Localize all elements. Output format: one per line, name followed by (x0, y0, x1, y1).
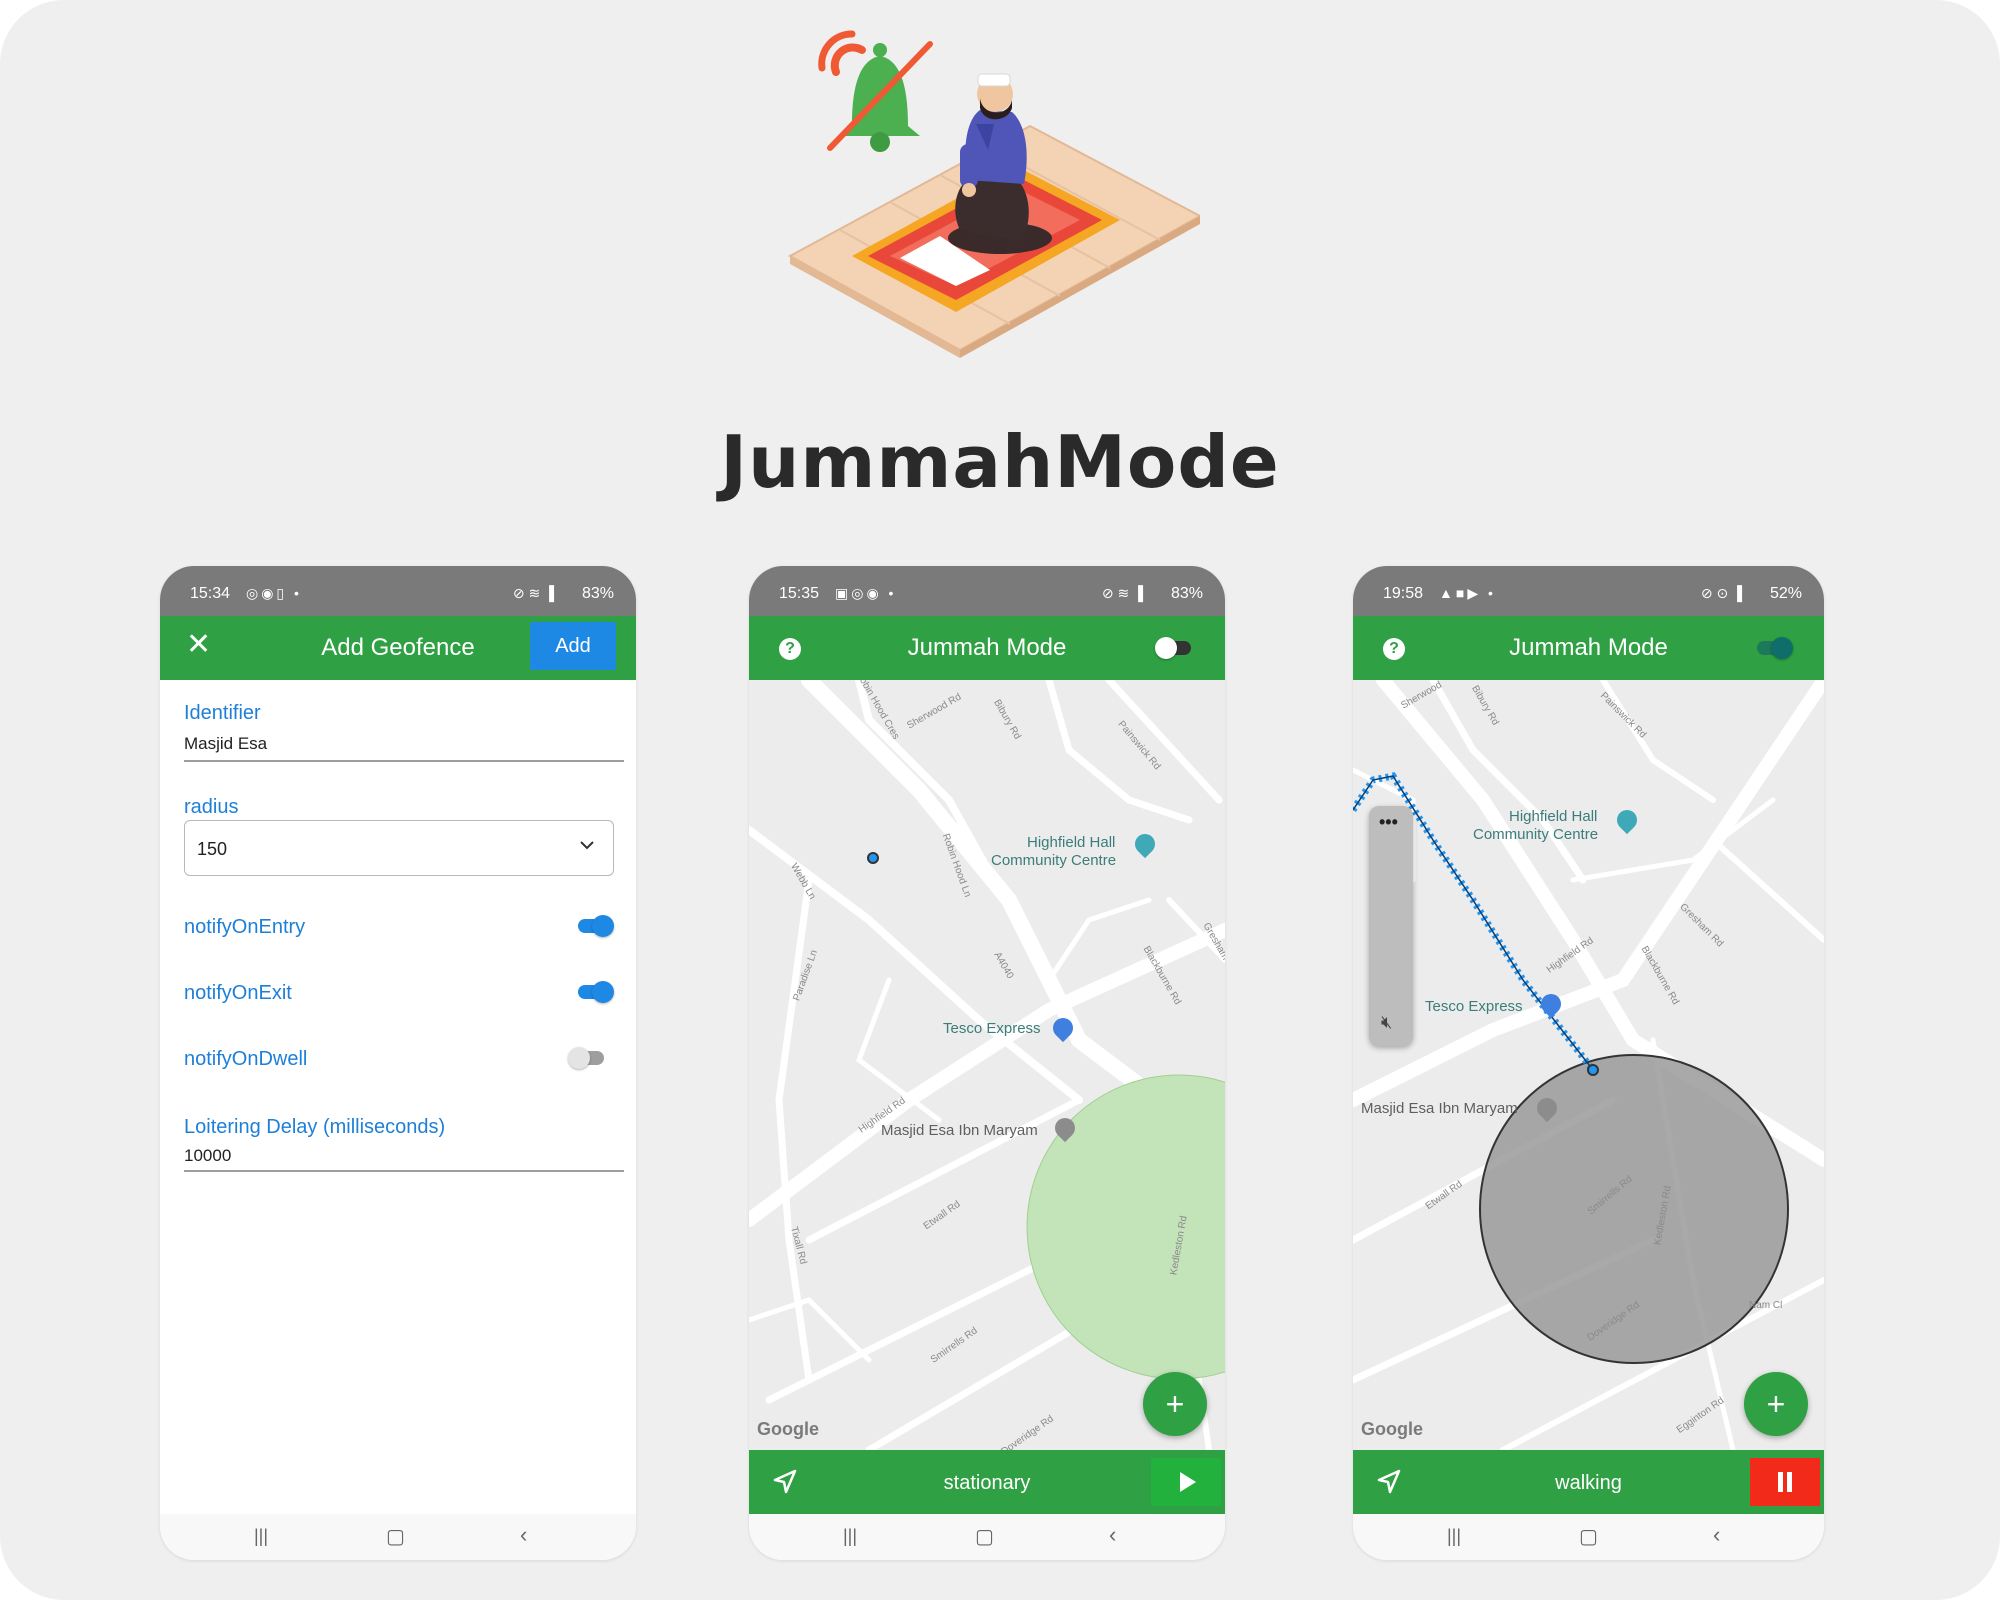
jummah-mode-toggle[interactable] (1755, 636, 1793, 659)
map-view[interactable]: Highfield Hall Community Centre Tesco Ex… (749, 680, 1225, 1450)
identifier-underline (184, 760, 624, 762)
notify-entry-label: notifyOnEntry (184, 916, 306, 938)
status-time: 19:58 (1383, 585, 1424, 602)
system-nav-bar: ||| ▢ ‹ (1353, 1514, 1824, 1560)
jummah-mode-toggle[interactable] (1155, 636, 1193, 659)
tracking-bar: stationary (749, 1450, 1225, 1514)
place-label: Community Centre (991, 852, 1117, 869)
app-bar: ? Jummah Mode (1353, 616, 1824, 680)
system-nav-bar: ||| ▢ ‹ (160, 1514, 636, 1560)
loitering-label: Loitering Delay (milliseconds) (184, 1116, 446, 1138)
signal-icons: ⊘ ≋ ▐ (1101, 585, 1143, 601)
chevron-down-icon (580, 841, 594, 850)
home-icon[interactable]: ▢ (1579, 1524, 1598, 1549)
home-icon[interactable]: ▢ (386, 1524, 405, 1549)
notification-icons: ▲■▶ • (1439, 585, 1496, 601)
start-tracking-button[interactable] (1151, 1458, 1221, 1506)
screen-title: Jummah Mode (907, 634, 1067, 661)
notification-icons: ◎◉▯ • (246, 585, 302, 601)
notify-exit-toggle[interactable] (576, 980, 614, 1003)
status-bar: 19:58 ▲■▶ • ⊘ ⊙ ▐ 52% (1353, 566, 1824, 616)
back-icon[interactable]: ‹ (1109, 1522, 1116, 1548)
google-logo: Google (757, 1419, 819, 1439)
road-label: Nam Cl (1749, 1300, 1783, 1311)
canvas: JummahMode 15:34 ◎◉▯ • ⊘ ≋ ▐ 83% ✕ Add G… (0, 0, 2000, 1600)
map-view[interactable]: Highfield Hall Community Centre Tesco Ex… (1353, 680, 1824, 1450)
play-icon (1180, 1472, 1196, 1492)
add-button[interactable]: Add (530, 622, 616, 670)
recents-icon[interactable]: ||| (254, 1526, 268, 1547)
place-label: Highfield Hall (1027, 834, 1116, 851)
notify-dwell-toggle[interactable] (568, 1046, 606, 1069)
tracking-bar: walking (1353, 1450, 1824, 1514)
place-label: Tesco Express (943, 1020, 1041, 1037)
system-nav-bar: ||| ▢ ‹ (749, 1514, 1225, 1560)
back-icon[interactable]: ‹ (1713, 1522, 1720, 1548)
place-label: Tesco Express (1425, 998, 1523, 1015)
loitering-input[interactable]: 10000 (184, 1146, 231, 1166)
place-label: Highfield Hall (1509, 808, 1598, 825)
screen-title: Jummah Mode (1509, 634, 1668, 661)
recents-icon[interactable]: ||| (843, 1526, 857, 1547)
loitering-underline (184, 1170, 624, 1172)
battery-level: 83% (1170, 585, 1203, 602)
prayer-illustration (787, 30, 1200, 358)
back-icon[interactable]: ‹ (520, 1522, 527, 1548)
notify-dwell-label: notifyOnDwell (184, 1048, 308, 1070)
stop-tracking-button[interactable] (1750, 1458, 1820, 1506)
battery-level: 52% (1769, 585, 1802, 602)
muted-bell-icon (818, 30, 933, 152)
battery-level: 83% (581, 585, 614, 602)
add-geofence-button[interactable]: + (1744, 1372, 1808, 1436)
place-label: Masjid Esa Ibn Maryam (881, 1122, 1038, 1139)
current-location-marker (867, 852, 879, 864)
home-icon[interactable]: ▢ (975, 1524, 994, 1549)
status-bar: 15:35 ▣◎◉ • ⊘ ≋ ▐ 83% (749, 566, 1225, 616)
signal-icons: ⊘ ≋ ▐ (512, 585, 554, 601)
app-bar: ? Jummah Mode (749, 616, 1225, 680)
pause-icon (1778, 1472, 1792, 1492)
radius-value: 150 (197, 839, 228, 859)
geofence-circle[interactable] (1019, 1072, 1225, 1382)
recents-icon[interactable]: ||| (1447, 1526, 1461, 1547)
notify-entry-toggle[interactable] (576, 914, 614, 937)
place-label: Community Centre (1473, 826, 1599, 843)
notification-icons: ▣◎◉ • (835, 585, 897, 601)
volume-panel[interactable]: ••• 🔇︎ (1369, 806, 1413, 1046)
signal-icons: ⊘ ⊙ ▐ (1700, 585, 1742, 601)
status-bar: 15:34 ◎◉▯ • ⊘ ≋ ▐ 83% (160, 566, 636, 616)
status-time: 15:34 (190, 585, 231, 602)
app-title: JummahMode (720, 420, 1280, 504)
identifier-label: Identifier (184, 702, 261, 724)
app-bar: ✕ Add Geofence Add (160, 616, 636, 680)
phone-map-stationary: 15:35 ▣◎◉ • ⊘ ≋ ▐ 83% ? Jummah Mode High… (749, 566, 1225, 1560)
radius-label: radius (184, 796, 239, 818)
phone-map-walking: 19:58 ▲■▶ • ⊘ ⊙ ▐ 52% ? Jummah Mode High… (1353, 566, 1824, 1560)
notify-exit-label: notifyOnExit (184, 982, 292, 1004)
phone-add-geofence: 15:34 ◎◉▯ • ⊘ ≋ ▐ 83% ✕ Add Geofence Add… (160, 566, 636, 1560)
radius-select[interactable]: 150 (184, 820, 614, 876)
add-geofence-button[interactable]: + (1143, 1372, 1207, 1436)
identifier-input[interactable]: Masjid Esa (184, 734, 267, 754)
status-time: 15:35 (779, 585, 820, 602)
more-options-icon[interactable]: ••• (1379, 812, 1398, 833)
google-logo: Google (1361, 1419, 1423, 1439)
place-label: Masjid Esa Ibn Maryam (1361, 1100, 1518, 1117)
volume-muted-icon[interactable]: 🔇︎ (1381, 1012, 1392, 1033)
